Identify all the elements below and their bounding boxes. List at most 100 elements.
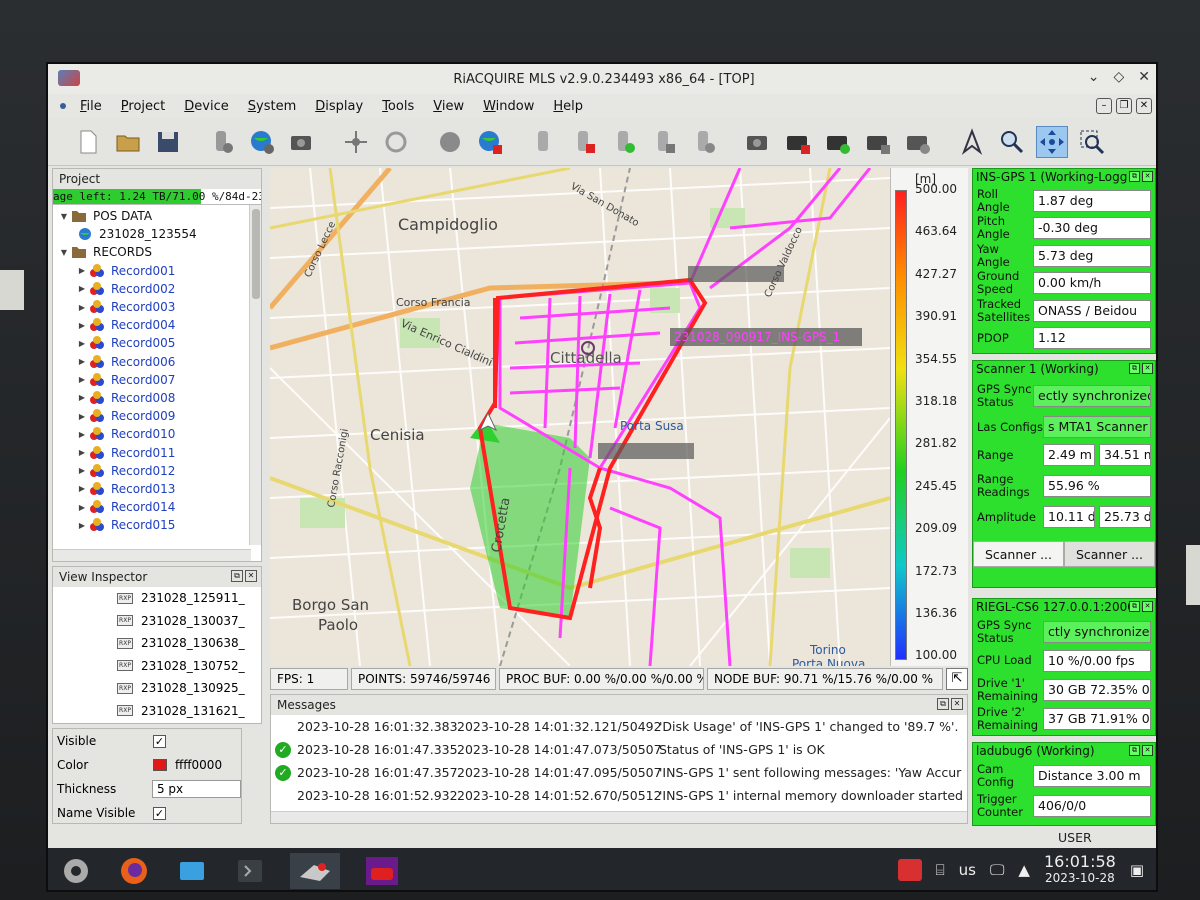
- network-icon[interactable]: 🖵: [990, 861, 1004, 879]
- close-icon[interactable]: ✕: [1138, 69, 1150, 85]
- expand-arrow-icon[interactable]: ▶: [75, 303, 89, 312]
- menu-project[interactable]: Project: [121, 99, 166, 114]
- float-icon[interactable]: ⧉: [1129, 745, 1140, 756]
- tree-record-item[interactable]: ▶ Record012: [57, 462, 261, 480]
- inspector-item[interactable]: RXP 231028_130037_: [53, 610, 261, 633]
- tray-expand-icon[interactable]: ▲: [1018, 861, 1030, 879]
- color-swatch[interactable]: [153, 759, 167, 771]
- float-icon[interactable]: ⧉: [937, 698, 949, 710]
- tree-record-item[interactable]: ▶ Record010: [57, 425, 261, 443]
- color-value[interactable]: ffff0000: [175, 758, 222, 772]
- crosshair-icon[interactable]: [340, 126, 372, 158]
- refresh-icon[interactable]: [380, 126, 412, 158]
- menu-file[interactable]: File: [80, 99, 102, 114]
- mdi-restore-icon[interactable]: ❐: [1116, 98, 1132, 114]
- terminal-icon[interactable]: [232, 853, 268, 889]
- globe-gear-icon[interactable]: [246, 126, 278, 158]
- tree-records[interactable]: ▼ RECORDS: [57, 243, 261, 261]
- expand-arrow-icon[interactable]: ▶: [75, 503, 89, 512]
- tree-record-item[interactable]: ▶ Record003: [57, 298, 261, 316]
- message-row[interactable]: 2023-10-28 16:01:52.932 2023-10-28 14:01:…: [271, 784, 967, 807]
- close-icon[interactable]: ✕: [1142, 363, 1153, 374]
- scanner-grey-icon[interactable]: [528, 126, 560, 158]
- camera-go-icon[interactable]: [822, 126, 854, 158]
- menu-system[interactable]: System: [248, 99, 297, 114]
- minimize-icon[interactable]: ⌄: [1088, 69, 1100, 85]
- menu-display[interactable]: Display: [315, 99, 363, 114]
- mdi-close-icon[interactable]: ✕: [1136, 98, 1152, 114]
- camera-pause-icon[interactable]: [862, 126, 894, 158]
- expand-arrow-icon[interactable]: ▶: [75, 375, 89, 384]
- menu-view[interactable]: View: [433, 99, 464, 114]
- float-icon[interactable]: ⧉: [1129, 363, 1140, 374]
- close-icon[interactable]: ✕: [1142, 601, 1153, 612]
- expand-arrow-icon[interactable]: ▶: [75, 466, 89, 475]
- inspector-item[interactable]: RXP 231028_125911_: [53, 587, 261, 610]
- close-icon[interactable]: ✕: [951, 698, 963, 710]
- camera-gear-icon[interactable]: [286, 126, 318, 158]
- expand-arrow-icon[interactable]: ▶: [75, 412, 89, 421]
- restore-icon[interactable]: ◇: [1113, 69, 1124, 85]
- firefox-icon[interactable]: [116, 853, 152, 889]
- mdi-minimize-icon[interactable]: –: [1096, 98, 1112, 114]
- anydesk-icon[interactable]: [897, 859, 922, 881]
- tab-scanner-2[interactable]: Scanner ...: [1064, 541, 1155, 567]
- expand-arrow-icon[interactable]: ▶: [75, 339, 89, 348]
- tree-record-item[interactable]: ▶ Record014: [57, 498, 261, 516]
- expand-arrow-icon[interactable]: ▶: [75, 448, 89, 457]
- menu-window[interactable]: Window: [483, 99, 534, 114]
- scroll-thumb[interactable]: [252, 209, 260, 299]
- map-view[interactable]: 231028_090917_INS-GPS_1 Campidoglio Ceni…: [270, 168, 890, 666]
- riacquire-taskbar-icon[interactable]: [290, 853, 340, 889]
- tree-record-item[interactable]: ▶ Record001: [57, 262, 261, 280]
- file-manager-icon[interactable]: [174, 853, 210, 889]
- globe-grey-icon[interactable]: [434, 126, 466, 158]
- menu-help[interactable]: Help: [553, 99, 583, 114]
- tree-record-item[interactable]: ▶ Record007: [57, 371, 261, 389]
- menu-tools[interactable]: Tools: [382, 99, 414, 114]
- project-vscrollbar[interactable]: [249, 205, 261, 545]
- tree-pos-item[interactable]: 231028_123554: [57, 225, 261, 243]
- zoom-icon[interactable]: [996, 126, 1028, 158]
- message-row[interactable]: ✓ 2023-10-28 16:01:47.335 2023-10-28 14:01…: [271, 738, 967, 761]
- close-icon[interactable]: ✕: [1142, 171, 1153, 182]
- usb-icon[interactable]: ⌸: [936, 861, 945, 879]
- inspector-item[interactable]: RXP 231028_131621_: [53, 700, 261, 723]
- save-icon[interactable]: [152, 126, 184, 158]
- clock[interactable]: 16:01:58 2023-10-28: [1044, 854, 1116, 886]
- thickness-input[interactable]: 5 px: [151, 780, 241, 798]
- pan-icon[interactable]: [1036, 125, 1068, 158]
- map-canvas[interactable]: 231028_090917_INS-GPS_1 Campidoglio Ceni…: [270, 168, 890, 666]
- message-row[interactable]: ✓ 2023-10-28 16:01:47.357 2023-10-28 14:01…: [271, 761, 967, 784]
- message-row[interactable]: 2023-10-28 16:01:32.383 2023-10-28 14:01:…: [271, 715, 967, 738]
- float-icon[interactable]: ⧉: [231, 570, 243, 582]
- tree-record-item[interactable]: ▶ Record005: [57, 334, 261, 352]
- expand-arrow-icon[interactable]: ▶: [75, 521, 89, 530]
- close-icon[interactable]: ✕: [1142, 745, 1153, 756]
- expand-arrow-icon[interactable]: ▶: [75, 393, 89, 402]
- visible-checkbox[interactable]: ✓: [153, 734, 166, 748]
- app-launcher-icon[interactable]: [58, 853, 94, 889]
- float-icon[interactable]: ⧉: [1129, 601, 1140, 612]
- tree-record-item[interactable]: ▶ Record011: [57, 443, 261, 461]
- collapse-arrow-icon[interactable]: ▼: [57, 212, 71, 221]
- scanner-stop-icon[interactable]: [568, 126, 600, 158]
- tree-record-item[interactable]: ▶ Record004: [57, 316, 261, 334]
- tree-record-item[interactable]: ▶ Record009: [57, 407, 261, 425]
- camera-check-icon[interactable]: [902, 126, 934, 158]
- tree-record-item[interactable]: ▶ Record002: [57, 280, 261, 298]
- expand-arrow-icon[interactable]: ▶: [75, 266, 89, 275]
- zoom-select-icon[interactable]: [1076, 126, 1108, 158]
- tree-record-item[interactable]: ▶ Record015: [57, 516, 261, 534]
- name-visible-checkbox[interactable]: ✓: [153, 806, 166, 820]
- open-folder-icon[interactable]: [112, 126, 144, 158]
- collapse-arrow-icon[interactable]: ▼: [57, 248, 71, 257]
- scanner-check-icon[interactable]: [688, 126, 720, 158]
- float-icon[interactable]: ⧉: [1129, 171, 1140, 182]
- expand-arrow-icon[interactable]: ▶: [75, 357, 89, 366]
- inspector-item[interactable]: RXP 231028_130925_: [53, 677, 261, 700]
- expand-arrow-icon[interactable]: ▶: [75, 284, 89, 293]
- new-file-icon[interactable]: [72, 126, 104, 158]
- expand-arrow-icon[interactable]: ▶: [75, 430, 89, 439]
- tab-scanner-1[interactable]: Scanner ...: [973, 541, 1064, 567]
